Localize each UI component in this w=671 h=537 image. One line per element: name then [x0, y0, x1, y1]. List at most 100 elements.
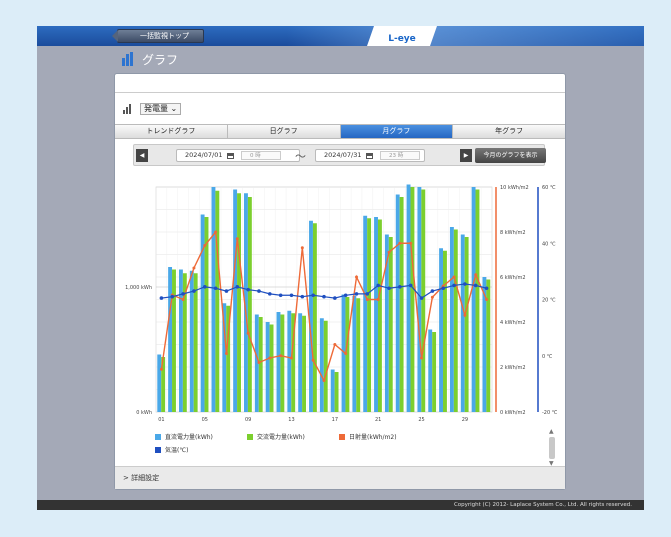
point-temperature	[376, 283, 380, 288]
bar-ac	[421, 189, 426, 412]
legend-label: 直流電力量(kWh)	[165, 434, 213, 441]
y-temperature-tick-label: 40 ℃	[542, 241, 556, 247]
point-irradiation	[485, 298, 489, 301]
bar-dc	[330, 369, 335, 412]
point-temperature	[463, 282, 467, 286]
detail-settings-toggle[interactable]: > 詳細設定	[115, 466, 565, 489]
x-tick-label: 17	[332, 417, 338, 423]
tab-yearly[interactable]: 年グラフ	[453, 125, 565, 138]
point-irradiation	[409, 241, 413, 245]
point-irradiation	[181, 298, 185, 301]
bar-ac	[269, 324, 274, 412]
next-period-button[interactable]: ▶	[460, 149, 472, 162]
bar-ac	[215, 190, 220, 412]
bar-chart-icon	[123, 104, 134, 114]
point-irradiation	[430, 295, 434, 299]
start-date-value: 2024/07/01	[185, 151, 223, 159]
x-tick-label: 29	[462, 417, 468, 423]
y-irradiation-tick-label: 8 kWh/m2	[500, 230, 526, 236]
legend-swatch	[247, 433, 253, 440]
bar-ac	[356, 298, 361, 412]
point-temperature	[387, 286, 391, 291]
legend-scrollbar[interactable]: ▲ ▼	[548, 428, 557, 467]
tab-daily[interactable]: 日グラフ	[227, 125, 341, 138]
start-date-field[interactable]: 2024/07/01 0 時	[176, 149, 300, 162]
bar-dc	[276, 312, 281, 412]
point-temperature	[430, 289, 435, 293]
bar-dc	[200, 214, 205, 412]
point-temperature	[159, 296, 164, 300]
point-temperature	[484, 286, 489, 291]
point-temperature	[365, 292, 370, 296]
y-irradiation-tick-label: 2 kWh/m2	[500, 365, 526, 371]
x-tick-label: 01	[158, 417, 164, 423]
point-temperature	[441, 286, 446, 291]
point-temperature	[322, 294, 326, 299]
end-date-value: 2024/07/31	[324, 151, 362, 159]
end-hour-select[interactable]: 23 時	[380, 151, 420, 160]
graph-panel: 発電量 ⌄ トレンドグラフ 日グラフ 月グラフ 年グラフ ◀ 2024/07/0…	[114, 73, 566, 490]
calendar-icon[interactable]	[227, 153, 234, 159]
bar-ac	[172, 269, 176, 412]
point-irradiation	[192, 266, 196, 270]
y-temperature-tick-label: -20 ℃	[542, 410, 558, 416]
bar-dc	[211, 187, 216, 412]
start-hour-select[interactable]: 0 時	[241, 151, 281, 160]
point-irradiation	[300, 246, 304, 250]
point-irradiation	[474, 273, 478, 277]
back-to-top-button[interactable]: 一括監視トップ	[112, 29, 204, 43]
point-temperature	[419, 296, 424, 300]
bar-dc	[168, 267, 173, 412]
point-temperature	[224, 289, 229, 293]
monthly-chart: 1,000 kWh 0 kWh 10 kWh/m2 8 kWh/m2 6 kWh/m2 4…	[125, 184, 558, 423]
bar-dc	[298, 313, 303, 412]
point-temperature	[268, 292, 272, 296]
range-separator: 〜	[295, 150, 306, 163]
legend-item-ac: 交流電力量(kWh)	[247, 432, 305, 441]
point-temperature	[473, 283, 478, 288]
legend-item-irradiation: 日射量(kWh/m2)	[339, 432, 397, 441]
point-temperature	[289, 293, 294, 298]
point-irradiation	[452, 275, 456, 279]
point-irradiation	[159, 367, 163, 371]
point-temperature	[300, 294, 305, 299]
bar-dc	[406, 184, 411, 412]
point-irradiation	[268, 356, 272, 360]
bar-dc	[157, 354, 162, 412]
tab-trend[interactable]: トレンドグラフ	[115, 125, 228, 138]
tab-monthly[interactable]: 月グラフ	[340, 125, 454, 138]
y-temperature-tick-label: 60 ℃	[542, 185, 556, 191]
calendar-icon[interactable]	[366, 153, 373, 159]
y-irradiation-tick-label: 0 kWh/m2	[500, 410, 526, 416]
x-tick-label: 13	[288, 417, 294, 423]
point-temperature	[398, 285, 402, 289]
point-irradiation	[376, 298, 380, 301]
measure-select[interactable]: 発電量 ⌄	[140, 103, 182, 115]
point-irradiation	[214, 230, 218, 234]
point-temperature	[452, 283, 456, 288]
period-selector: ◀ 2024/07/01 0 時 〜 2024/07/31 23 時 ▶ 今月の…	[133, 144, 546, 166]
x-tick-label: 21	[375, 417, 381, 423]
bar-ac	[247, 197, 252, 412]
top-bar: 一括監視トップ L-eye	[37, 26, 644, 46]
scroll-thumb[interactable]	[549, 437, 555, 459]
bar-dc	[233, 189, 238, 412]
bar-ac	[410, 187, 415, 412]
point-irradiation	[224, 352, 228, 355]
bar-ac	[453, 229, 458, 412]
bar-dc	[178, 269, 183, 412]
bar-ac	[377, 219, 382, 412]
page-header: グラフ	[121, 50, 178, 68]
end-date-field[interactable]: 2024/07/31 23 時	[315, 149, 425, 162]
measure-select-value: 発電量	[144, 104, 168, 113]
show-this-month-button[interactable]: 今月のグラフを表示	[475, 148, 546, 163]
bar-dc	[449, 227, 454, 412]
point-irradiation	[235, 237, 239, 241]
scroll-up-icon[interactable]: ▲	[549, 428, 554, 435]
x-tick-label: 25	[418, 417, 424, 423]
logo: L-eye	[367, 26, 437, 46]
bar-ac	[443, 250, 447, 412]
legend-swatch	[339, 433, 345, 440]
x-tick-label: 05	[202, 417, 208, 423]
prev-period-button[interactable]: ◀	[136, 149, 148, 162]
